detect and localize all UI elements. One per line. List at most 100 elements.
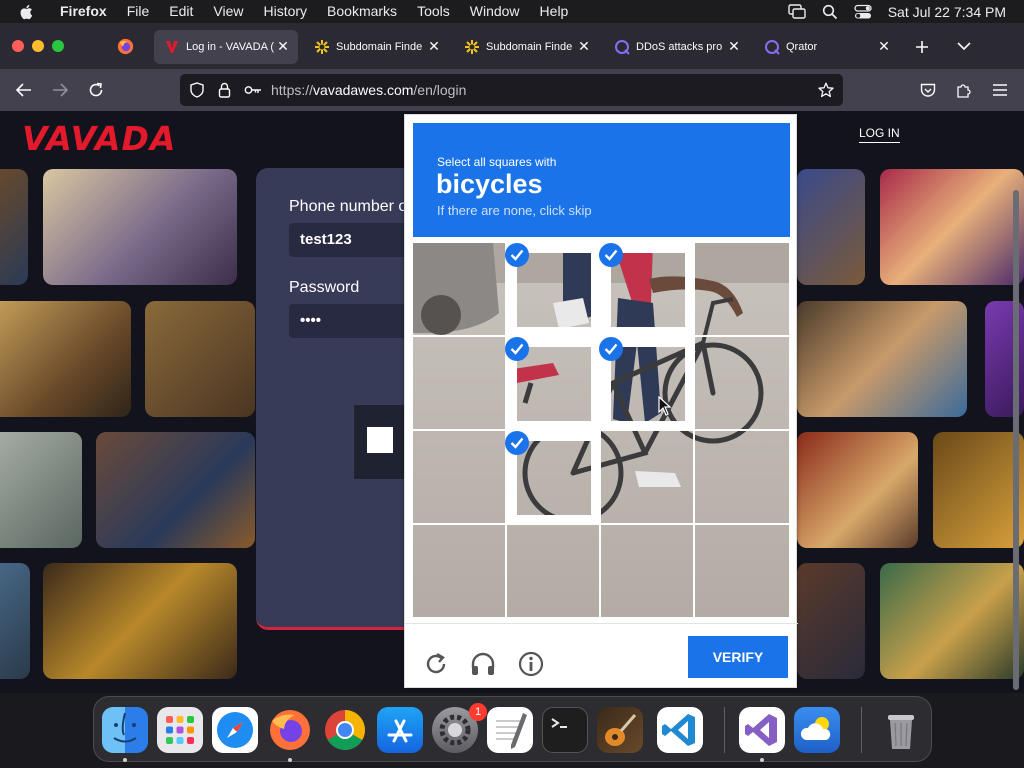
captcha-tile[interactable]: [413, 337, 507, 431]
menu-clock[interactable]: Sat Jul 22 7:34 PM: [888, 4, 1006, 20]
safari-dock-icon[interactable]: [212, 707, 258, 753]
vscode-dock-icon[interactable]: [657, 707, 703, 753]
window-minimize-button[interactable]: [32, 40, 44, 52]
tab-close-icon[interactable]: ✕: [577, 39, 591, 53]
reload-button[interactable]: [84, 78, 108, 102]
pocket-button[interactable]: [916, 78, 940, 102]
game-tile[interactable]: [43, 169, 237, 285]
captcha-checkbox[interactable]: [367, 427, 393, 453]
game-tile[interactable]: [0, 563, 30, 679]
tab-subdomain-finder-2[interactable]: Subdomain Finde ✕: [454, 30, 599, 64]
back-button[interactable]: [12, 78, 36, 102]
chrome-dock-icon[interactable]: [322, 707, 368, 753]
selected-check-icon: [505, 243, 529, 267]
verify-button[interactable]: VERIFY: [688, 636, 788, 678]
window-close-button[interactable]: [12, 40, 24, 52]
captcha-tile[interactable]: [601, 525, 695, 619]
game-tile[interactable]: [0, 301, 131, 417]
app-menu-button[interactable]: [988, 78, 1012, 102]
info-icon[interactable]: [517, 650, 545, 678]
dock-separator: [861, 707, 862, 753]
visual-studio-dock-icon[interactable]: [739, 707, 785, 753]
captcha-tile[interactable]: [505, 431, 601, 525]
vavada-logo[interactable]: VAVADA: [22, 119, 176, 158]
game-tile[interactable]: [880, 169, 1024, 285]
captcha-tile[interactable]: [695, 431, 789, 525]
captcha-tile[interactable]: [599, 243, 695, 337]
menu-view[interactable]: View: [203, 0, 253, 23]
audio-challenge-headphones-icon[interactable]: [469, 650, 497, 678]
login-link[interactable]: LOG IN: [859, 126, 900, 143]
menu-app-name[interactable]: Firefox: [50, 0, 117, 23]
weather-dock-icon[interactable]: [794, 707, 840, 753]
menu-file[interactable]: File: [117, 0, 160, 23]
captcha-tile[interactable]: [695, 525, 789, 619]
mouse-cursor-icon: [658, 396, 672, 416]
captcha-tile[interactable]: [413, 525, 507, 619]
menu-tools[interactable]: Tools: [407, 0, 460, 23]
firefox-view-icon[interactable]: [117, 38, 134, 55]
textedit-dock-icon[interactable]: [487, 707, 533, 753]
tab-close-icon[interactable]: ✕: [427, 39, 441, 53]
game-tile[interactable]: [797, 169, 865, 285]
terminal-dock-icon[interactable]: [542, 707, 588, 753]
captcha-tile[interactable]: [505, 243, 601, 337]
list-all-tabs-chevron-icon[interactable]: [957, 41, 971, 51]
game-tile[interactable]: [145, 301, 255, 417]
game-tile[interactable]: [933, 432, 1024, 548]
tab-subdomain-finder-1[interactable]: Subdomain Finde ✕: [304, 30, 449, 64]
tab-close-icon[interactable]: ✕: [877, 39, 891, 53]
trash-dock-icon[interactable]: [878, 707, 924, 753]
game-tile[interactable]: [880, 563, 1024, 679]
game-tile[interactable]: [797, 432, 918, 548]
refresh-challenge-icon[interactable]: [422, 650, 450, 678]
tab-ddos-attacks[interactable]: DDoS attacks pro ✕: [604, 30, 749, 64]
finder-dock-icon[interactable]: [102, 707, 148, 753]
menu-history[interactable]: History: [253, 0, 317, 23]
garageband-dock-icon[interactable]: [597, 707, 643, 753]
address-bar[interactable]: https://vavadawes.com/en/login: [180, 74, 843, 106]
page-scrollbar[interactable]: [1013, 190, 1019, 690]
tab-qrator[interactable]: Qrator ✕: [754, 30, 899, 64]
captcha-tile[interactable]: [601, 431, 695, 525]
selected-check-icon: [505, 431, 529, 455]
tab-close-icon[interactable]: ✕: [276, 39, 290, 53]
lock-icon[interactable]: [218, 82, 231, 98]
window-zoom-button[interactable]: [52, 40, 64, 52]
captcha-tile[interactable]: [505, 337, 601, 431]
extensions-button[interactable]: [952, 78, 976, 102]
game-tile[interactable]: [43, 563, 237, 679]
tab-vavada-login[interactable]: Log in - VAVADA ( ✕: [154, 30, 298, 64]
captcha-tile[interactable]: [599, 337, 695, 431]
game-tile[interactable]: [0, 169, 28, 285]
captcha-tile[interactable]: [413, 431, 507, 525]
chrome-logo-icon: [325, 710, 365, 750]
tracking-protection-shield-icon[interactable]: [190, 82, 204, 98]
menu-bookmarks[interactable]: Bookmarks: [317, 0, 407, 23]
forward-button[interactable]: [48, 78, 72, 102]
running-indicator: [123, 758, 127, 762]
menu-help[interactable]: Help: [530, 0, 579, 23]
spotlight-search-icon[interactable]: [822, 4, 838, 20]
key-permissions-icon[interactable]: [244, 84, 262, 96]
game-tile[interactable]: [797, 301, 967, 417]
launchpad-dock-icon[interactable]: [157, 707, 203, 753]
bookmark-star-icon[interactable]: [818, 82, 834, 98]
control-center-icon[interactable]: [854, 4, 872, 20]
captcha-tile[interactable]: [507, 525, 601, 619]
captcha-tile[interactable]: [695, 243, 789, 337]
new-tab-plus-icon[interactable]: [915, 40, 929, 54]
captcha-tile[interactable]: [695, 337, 789, 431]
menu-window[interactable]: Window: [460, 0, 530, 23]
captcha-tile[interactable]: [413, 243, 507, 337]
textedit-page-icon: [496, 713, 527, 749]
tab-close-icon[interactable]: ✕: [727, 39, 741, 53]
game-tile[interactable]: [797, 563, 865, 679]
firefox-dock-icon[interactable]: [267, 707, 313, 753]
game-tile[interactable]: [0, 432, 82, 548]
menu-edit[interactable]: Edit: [159, 0, 203, 23]
apple-icon[interactable]: [18, 3, 36, 21]
game-tile[interactable]: [96, 432, 255, 548]
screen-mirroring-icon[interactable]: [788, 3, 806, 20]
app-store-dock-icon[interactable]: [377, 707, 423, 753]
